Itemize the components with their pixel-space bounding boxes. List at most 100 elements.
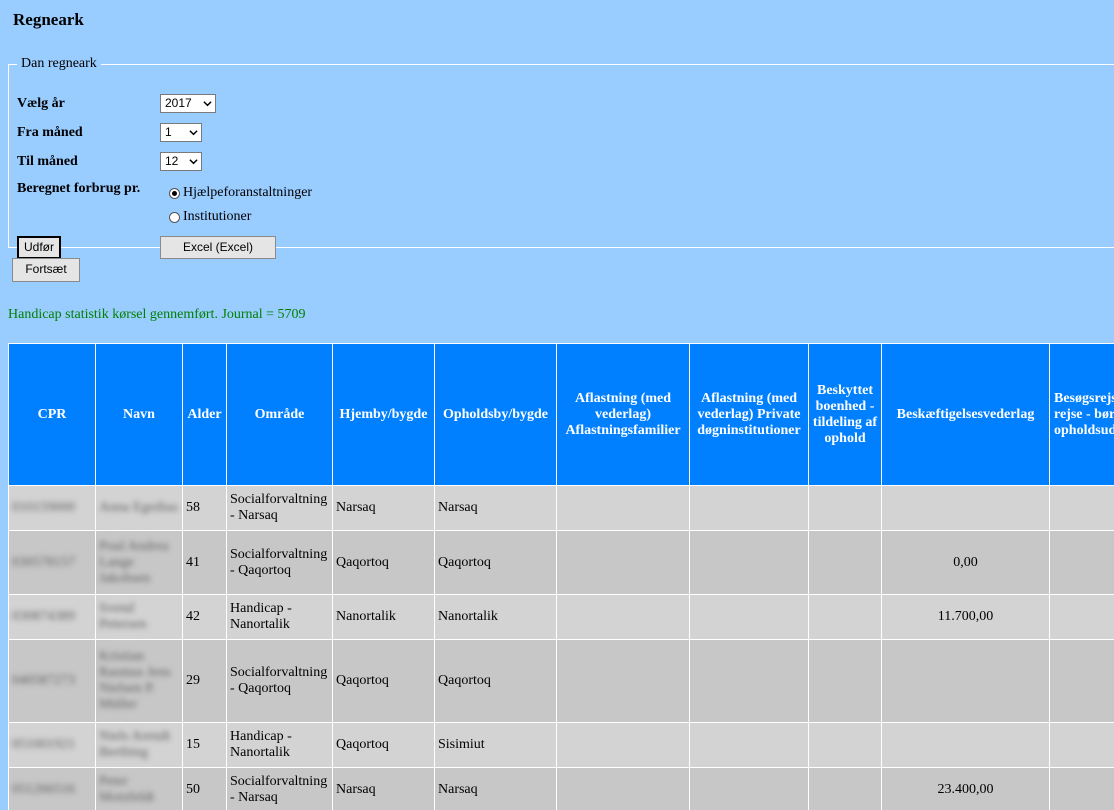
cell-protected-housing bbox=[808, 639, 882, 723]
cell-cpr: 051001921 bbox=[8, 722, 96, 768]
cell-age: 29 bbox=[182, 639, 227, 723]
to-month-select-value: 12 bbox=[165, 154, 179, 168]
cell-home: Qaqortoq bbox=[332, 722, 435, 768]
cell-area: Handicap - Nanortalik bbox=[226, 722, 333, 768]
header-age[interactable]: Alder bbox=[182, 343, 227, 486]
cell-employment-fee bbox=[881, 722, 1050, 768]
cell-stay: Narsaq bbox=[434, 767, 557, 810]
cell-area: Socialforvaltning - Qaqortoq bbox=[226, 530, 333, 595]
cell-home: Narsaq bbox=[332, 485, 435, 531]
cell-cpr: 040587273 bbox=[8, 639, 96, 723]
cell-cpr: 030874389 bbox=[8, 594, 96, 640]
to-month-select[interactable]: 12 bbox=[160, 152, 202, 171]
cell-home: Qaqortoq bbox=[332, 639, 435, 723]
header-stay-town[interactable]: Opholdsby/bygde bbox=[434, 343, 557, 486]
cell-home: Nanortalik bbox=[332, 594, 435, 640]
cell-relief-families bbox=[556, 594, 690, 640]
cell-employment-fee: 23.400,00 bbox=[881, 767, 1050, 810]
header-relief-families[interactable]: Aflastning (med vederlag) Aflastningsfam… bbox=[556, 343, 690, 486]
cell-protected-housing bbox=[808, 767, 882, 810]
year-label: Vælg år bbox=[17, 96, 65, 111]
header-employment-fee[interactable]: Beskæftigelsesvederlag bbox=[881, 343, 1050, 486]
cell-age: 15 bbox=[182, 722, 227, 768]
execute-button[interactable]: Udfør bbox=[17, 236, 61, 259]
header-relief-private-institutions[interactable]: Aflastning (med vederlag) Private døgnin… bbox=[689, 343, 809, 486]
continue-button[interactable]: Fortsæt bbox=[12, 258, 80, 282]
cell-name: Svend Petersen bbox=[95, 594, 183, 640]
create-spreadsheet-form: Dan regneark Vælg år 2017 Fra måned 1 Ti… bbox=[8, 56, 1114, 259]
cell-home: Qaqortoq bbox=[332, 530, 435, 595]
from-month-label: Fra måned bbox=[17, 125, 83, 140]
excel-button[interactable]: Excel (Excel) bbox=[160, 236, 276, 259]
cell-protected-housing bbox=[808, 594, 882, 640]
cell-protected-housing bbox=[808, 722, 882, 768]
header-protected-housing[interactable]: Beskyttet boenhed - tildeling af ophold bbox=[808, 343, 882, 486]
header-visit-travel[interactable]: Besøgsrejse ekstra rejse - børn - k rejs… bbox=[1049, 343, 1114, 486]
cell-area: Socialforvaltning - Narsaq bbox=[226, 767, 333, 810]
page-title: Regneark bbox=[13, 10, 84, 29]
cell-home: Narsaq bbox=[332, 767, 435, 810]
cell-stay: Qaqortoq bbox=[434, 530, 557, 595]
to-month-label: Til måned bbox=[17, 154, 78, 169]
cell-relief-families bbox=[556, 722, 690, 768]
chevron-down-icon bbox=[203, 101, 212, 107]
cell-name: Peter Motzfeldt bbox=[95, 767, 183, 810]
radio-institutions[interactable]: Institutioner bbox=[169, 209, 251, 225]
cell-visit-travel bbox=[1049, 485, 1114, 531]
cell-relief-families bbox=[556, 767, 690, 810]
radio-institutions-label: Institutioner bbox=[183, 209, 252, 224]
cell-age: 42 bbox=[182, 594, 227, 640]
cell-employment-fee: 11.700,00 bbox=[881, 594, 1050, 640]
cell-stay: Nanortalik bbox=[434, 594, 557, 640]
cell-cpr: 030578157 bbox=[8, 530, 96, 595]
cell-visit-travel bbox=[1049, 639, 1114, 723]
cell-relief-private bbox=[689, 722, 809, 768]
cell-stay: Qaqortoq bbox=[434, 639, 557, 723]
cell-age: 41 bbox=[182, 530, 227, 595]
year-select-value: 2017 bbox=[165, 96, 192, 110]
form-legend: Dan regneark bbox=[21, 56, 97, 71]
header-home-town[interactable]: Hjemby/bygde bbox=[332, 343, 435, 486]
cell-visit-travel bbox=[1049, 530, 1114, 595]
cell-age: 50 bbox=[182, 767, 227, 810]
cell-age: 58 bbox=[182, 485, 227, 531]
from-month-select-value: 1 bbox=[165, 125, 172, 139]
table-row: 030874389 Svend Petersen 42 Handicap - N… bbox=[8, 594, 1114, 640]
cell-employment-fee bbox=[881, 485, 1050, 531]
cell-relief-families bbox=[556, 530, 690, 595]
results-table-container[interactable]: CPR Navn Alder Område Hjemby/bygde Ophol… bbox=[8, 343, 1114, 810]
from-month-select[interactable]: 1 bbox=[160, 123, 202, 142]
cell-relief-private bbox=[689, 594, 809, 640]
cell-relief-families bbox=[556, 485, 690, 531]
table-row: 051001921 Niels Arendt Berthing 15 Handi… bbox=[8, 722, 1114, 768]
header-name[interactable]: Navn bbox=[95, 343, 183, 486]
cell-name: Niels Arendt Berthing bbox=[95, 722, 183, 768]
cell-cpr: 010159000 bbox=[8, 485, 96, 531]
cell-visit-travel bbox=[1049, 594, 1114, 640]
cell-relief-private bbox=[689, 767, 809, 810]
radio-checked-icon[interactable] bbox=[169, 187, 180, 199]
cell-relief-private bbox=[689, 485, 809, 531]
header-area[interactable]: Område bbox=[226, 343, 333, 486]
header-cpr[interactable]: CPR bbox=[8, 343, 96, 486]
cell-stay: Narsaq bbox=[434, 485, 557, 531]
cell-relief-families bbox=[556, 639, 690, 723]
cell-stay: Sisimiut bbox=[434, 722, 557, 768]
year-select[interactable]: 2017 bbox=[160, 94, 216, 113]
cell-name: Kristian Rasmus Jens Nielsen P. Müller bbox=[95, 639, 183, 723]
radio-help-measures[interactable]: Hjælpeforanstaltninger bbox=[169, 185, 312, 201]
cell-name: Poul Andrea Lange Jakobsen bbox=[95, 530, 183, 595]
consumption-label: Beregnet forbrug pr. bbox=[17, 181, 141, 196]
radio-unchecked-icon[interactable] bbox=[169, 211, 180, 223]
cell-cpr: 051266516 bbox=[8, 767, 96, 810]
status-message: Handicap statistik kørsel gennemført. Jo… bbox=[8, 307, 306, 322]
results-table: CPR Navn Alder Område Hjemby/bygde Ophol… bbox=[8, 343, 1114, 810]
cell-area: Socialforvaltning - Qaqortoq bbox=[226, 639, 333, 723]
cell-employment-fee bbox=[881, 639, 1050, 723]
table-row: 051266516 Peter Motzfeldt 50 Socialforva… bbox=[8, 767, 1114, 810]
cell-protected-housing bbox=[808, 485, 882, 531]
cell-protected-housing bbox=[808, 530, 882, 595]
table-row: 040587273 Kristian Rasmus Jens Nielsen P… bbox=[8, 639, 1114, 723]
table-header-row: CPR Navn Alder Område Hjemby/bygde Ophol… bbox=[8, 343, 1114, 486]
radio-help-measures-label: Hjælpeforanstaltninger bbox=[183, 185, 313, 200]
